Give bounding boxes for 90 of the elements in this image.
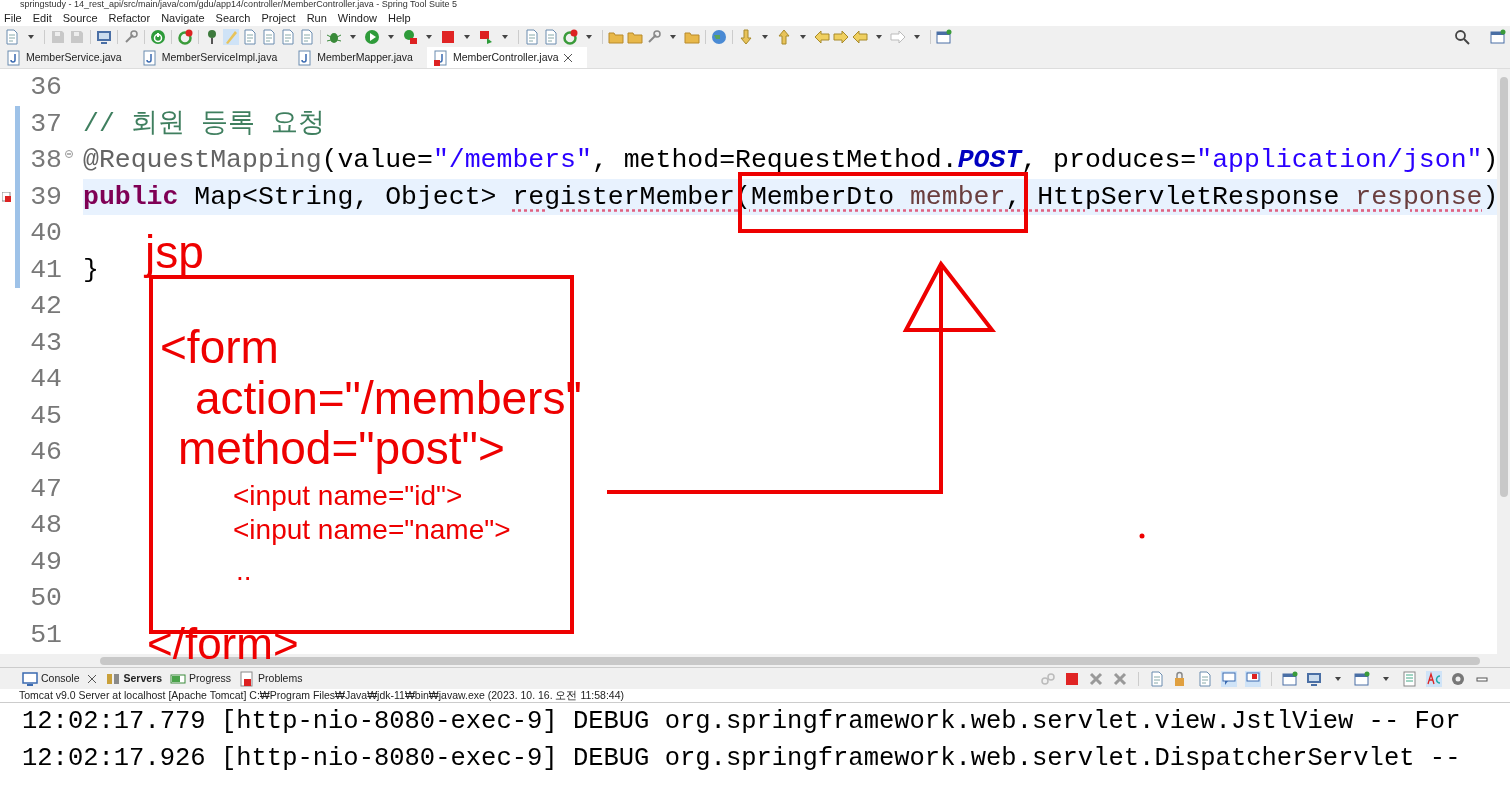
handwritten-note: <input name="name">: [233, 515, 511, 545]
document-icon[interactable]: [280, 29, 296, 45]
list-icon[interactable]: [1402, 670, 1418, 687]
menu-item[interactable]: Search: [215, 11, 251, 25]
editor-tab[interactable]: MemberMapper.java: [291, 47, 427, 68]
document-icon[interactable]: [1197, 670, 1213, 687]
menu-item[interactable]: Help: [388, 11, 411, 25]
java-file-icon[interactable]: [297, 49, 314, 66]
handwritten-note: ..: [236, 556, 252, 586]
stop-icon[interactable]: [1064, 670, 1080, 687]
play-icon[interactable]: [364, 29, 380, 45]
monitor-icon[interactable]: [1306, 670, 1322, 687]
editor-tab[interactable]: MemberService.java: [0, 47, 136, 68]
line-number: 41: [29, 253, 63, 287]
document-icon[interactable]: [524, 29, 540, 45]
menu-item[interactable]: Source: [62, 11, 98, 25]
console-line: 12:02:17.926 [http-nio-8080-exec-9] DEBUG org.springframework.web.servlet.DispatcherServlet --: [21, 743, 1462, 775]
settings-icon[interactable]: [1450, 670, 1466, 687]
refresh-icon[interactable]: [562, 29, 578, 45]
java-file-icon[interactable]: [432, 49, 449, 66]
console-line: 12:02:17.779 [http-nio-8080-exec-9] DEBUG org.springframework.web.servlet.view.JstlView -- For: [21, 706, 1462, 738]
folder-icon[interactable]: [608, 29, 624, 45]
search-icon[interactable]: [1454, 29, 1470, 45]
line-number: 48: [29, 509, 63, 542]
dot: [1139, 533, 1145, 539]
menu-item[interactable]: Navigate: [161, 11, 205, 25]
document-icon[interactable]: [299, 29, 315, 45]
folder-icon[interactable]: [627, 29, 643, 45]
text-color-icon[interactable]: [1426, 670, 1442, 687]
menu-item[interactable]: Window: [337, 11, 377, 25]
line-number: 49: [29, 545, 63, 579]
code-line: @RequestMapping(value="/members", method=RequestMethod.POST, produces="application/json"): [83, 144, 1499, 177]
code-line: }: [83, 253, 99, 287]
handwritten-note: <form: [160, 323, 279, 372]
line-number: 46: [29, 436, 63, 469]
line-number: 44: [29, 363, 63, 396]
console-icon[interactable]: [22, 670, 38, 687]
line-number: 36: [29, 71, 63, 104]
power-icon[interactable]: [150, 29, 166, 45]
document-icon[interactable]: [1149, 670, 1165, 687]
window-icon[interactable]: [1354, 670, 1370, 687]
globe-icon[interactable]: [711, 29, 727, 45]
document-icon[interactable]: [261, 29, 277, 45]
line-number: 39: [29, 180, 63, 214]
handwritten-note: <input name="id">: [233, 481, 463, 511]
window-title: springstudy - 14_rest_api/src/main/java/com/gdu/app14/controller/MemberController.java - Spring Tool Suite 5: [19, 0, 459, 10]
close-icon[interactable]: [86, 673, 97, 684]
fold-icon[interactable]: [65, 150, 73, 158]
view-tab[interactable]: Servers: [104, 670, 163, 687]
line-number: 43: [29, 326, 63, 360]
stop-icon[interactable]: [440, 29, 456, 45]
wrench-icon[interactable]: [123, 29, 139, 45]
window-icon[interactable]: [936, 29, 952, 45]
line-number: 47: [29, 472, 63, 506]
line-number: 40: [29, 217, 63, 250]
line-number: 45: [29, 399, 63, 433]
view-tab[interactable]: Progress: [170, 670, 232, 687]
menu-item[interactable]: Project: [261, 11, 296, 25]
refresh-icon[interactable]: [177, 29, 193, 45]
close-icon[interactable]: [562, 52, 573, 63]
editor-tab[interactable]: MemberController.java: [426, 47, 587, 68]
window-icon[interactable]: [1490, 29, 1506, 45]
document-icon[interactable]: [543, 29, 559, 45]
line-number: 38: [20, 142, 64, 179]
handwritten-note: method="post">: [178, 424, 505, 473]
comment-icon[interactable]: [1221, 670, 1237, 687]
line-number: 50: [29, 582, 63, 615]
scrollbar-thumb[interactable]: [1499, 77, 1508, 497]
editor-tab[interactable]: MemberServiceImpl.java: [135, 47, 292, 68]
line-number: 51: [29, 618, 63, 652]
menu-item[interactable]: File: [4, 11, 22, 25]
monitor-icon[interactable]: [96, 29, 112, 45]
document-icon[interactable]: [242, 29, 258, 45]
java-file-icon[interactable]: [141, 49, 158, 66]
menu-item[interactable]: Run: [306, 11, 327, 25]
menu-item[interactable]: Edit: [32, 11, 52, 25]
handwritten-note: </form>: [147, 621, 299, 668]
line-number: 37: [29, 107, 63, 141]
line-number: 42: [29, 290, 63, 323]
handwritten-note: jsp: [145, 228, 204, 277]
view-tab[interactable]: Problems: [239, 670, 303, 687]
problems-icon[interactable]: [239, 670, 256, 687]
window-icon[interactable]: [1282, 670, 1298, 687]
code-line: // 회원 등록 요청: [83, 107, 325, 141]
java-file-icon[interactable]: [6, 49, 22, 66]
menu-item[interactable]: Refactor: [108, 11, 151, 25]
comment-icon[interactable]: [1245, 670, 1261, 687]
arrow-right-icon[interactable]: [833, 29, 849, 45]
console-process-label: Tomcat v9.0 Server at localhost [Apache Tomcat] C:₩Program Files₩Java₩jdk-11₩bin₩javaw.exe (2023. 10. 16. 오전 11:58:44): [0, 689, 1510, 703]
view-tab[interactable]: Console: [22, 670, 97, 687]
